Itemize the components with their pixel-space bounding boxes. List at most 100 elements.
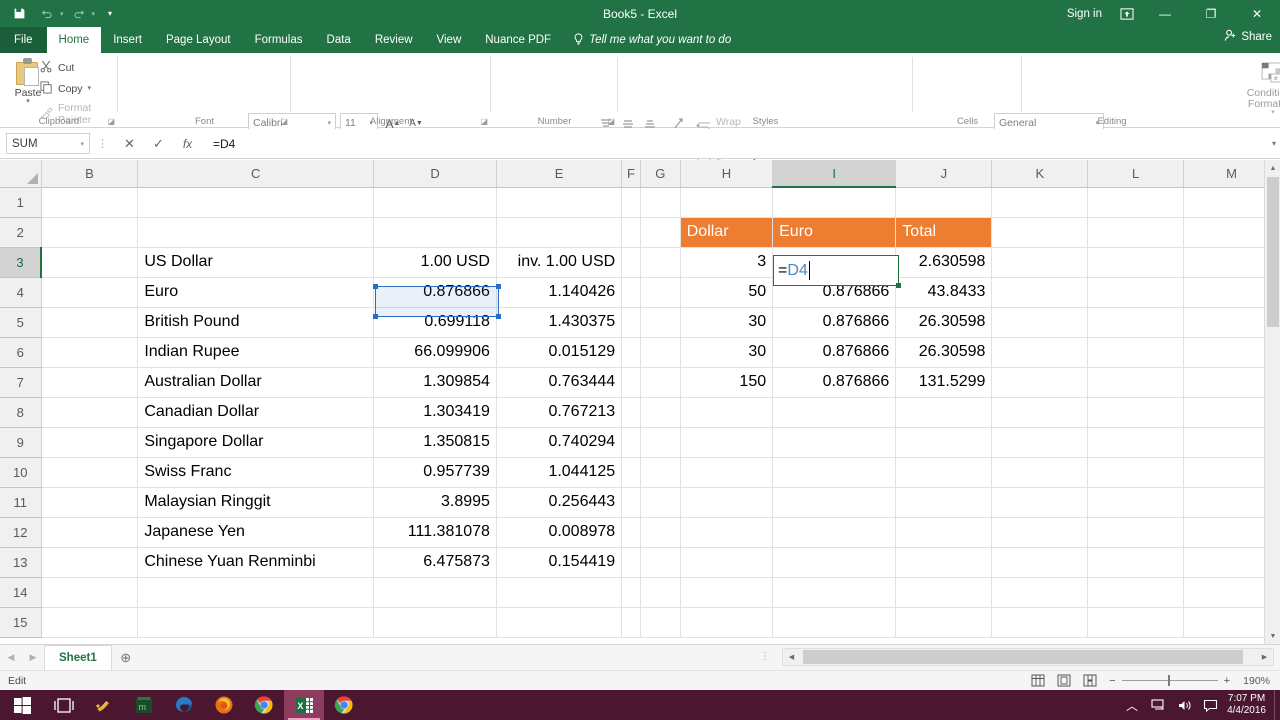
cell-E6[interactable]: 0.015129 — [496, 337, 621, 367]
cell-K5[interactable] — [992, 307, 1088, 337]
chevron-down-icon[interactable]: ▾ — [80, 140, 84, 148]
cell-J11[interactable] — [896, 487, 992, 517]
cell-J1[interactable] — [896, 187, 992, 217]
column-header-H[interactable]: H — [680, 160, 772, 187]
cell-J14[interactable] — [896, 577, 992, 607]
cell-H1[interactable] — [680, 187, 772, 217]
volume-icon[interactable] — [1171, 690, 1197, 720]
cell-J5[interactable]: 26.30598 — [896, 307, 992, 337]
cell-K1[interactable] — [992, 187, 1088, 217]
app-icon-excel[interactable]: X — [284, 690, 324, 720]
cell-H8[interactable] — [680, 397, 772, 427]
enter-formula-button[interactable]: ✓ — [144, 133, 173, 155]
cell-I8[interactable] — [773, 397, 896, 427]
column-header-E[interactable]: E — [496, 160, 621, 187]
undo-icon[interactable] — [34, 3, 60, 25]
cell-G13[interactable] — [640, 547, 680, 577]
cell-I1[interactable] — [773, 187, 896, 217]
cell-K13[interactable] — [992, 547, 1088, 577]
alignment-dialog-launcher[interactable]: ◪ — [480, 117, 488, 126]
cell-F9[interactable] — [622, 427, 641, 457]
scroll-left-icon[interactable]: ◀ — [783, 649, 800, 665]
row-header-4[interactable]: 4 — [0, 277, 41, 307]
cell-L4[interactable] — [1088, 277, 1184, 307]
cell-I11[interactable] — [773, 487, 896, 517]
row-header-6[interactable]: 6 — [0, 337, 41, 367]
cell-J2[interactable]: Total — [896, 217, 992, 247]
cell-H15[interactable] — [680, 607, 772, 637]
cell-L1[interactable] — [1088, 187, 1184, 217]
cell-D7[interactable]: 1.309854 — [374, 367, 497, 397]
cell-L2[interactable] — [1088, 217, 1184, 247]
app-icon-firefox[interactable] — [204, 690, 244, 720]
sign-in-button[interactable]: Sign in — [1057, 8, 1112, 20]
minimize-button[interactable]: — — [1142, 0, 1188, 27]
cell-L14[interactable] — [1088, 577, 1184, 607]
cell-F4[interactable] — [622, 277, 641, 307]
cell-D13[interactable]: 6.475873 — [374, 547, 497, 577]
view-page-break-button[interactable] — [1077, 671, 1103, 690]
tab-insert[interactable]: Insert — [101, 27, 154, 53]
cell-D8[interactable]: 1.303419 — [374, 397, 497, 427]
cell-G11[interactable] — [640, 487, 680, 517]
cell-C13[interactable]: Chinese Yuan Renminbi — [138, 547, 374, 577]
spreadsheet-grid[interactable]: B C D E F G H I J K L M 12DollarEuroTota… — [0, 160, 1280, 644]
action-center-icon[interactable] — [1197, 690, 1223, 720]
chevron-down-icon[interactable]: ▾ — [88, 86, 92, 92]
cell-H6[interactable]: 30 — [680, 337, 772, 367]
clipboard-dialog-launcher[interactable]: ◪ — [107, 117, 115, 126]
show-desktop-button[interactable] — [1274, 690, 1280, 720]
expand-formula-bar-icon[interactable]: ▾ — [1272, 139, 1276, 148]
clock[interactable]: 7:07 PM 4/4/2016 — [1223, 693, 1274, 717]
scroll-up-icon[interactable]: ▲ — [1265, 160, 1280, 176]
row-header-2[interactable]: 2 — [0, 217, 41, 247]
show-hidden-icons-icon[interactable]: ︿ — [1119, 690, 1145, 720]
cell-E12[interactable]: 0.008978 — [496, 517, 621, 547]
cell-C10[interactable]: Swiss Franc — [138, 457, 374, 487]
cell-L7[interactable] — [1088, 367, 1184, 397]
cell-G2[interactable] — [640, 217, 680, 247]
cell-J15[interactable] — [896, 607, 992, 637]
cell-D2[interactable] — [374, 217, 497, 247]
network-icon[interactable] — [1145, 690, 1171, 720]
sheet-tab-sheet1[interactable]: Sheet1 — [44, 645, 112, 670]
cell-G4[interactable] — [640, 277, 680, 307]
cell-G9[interactable] — [640, 427, 680, 457]
cell-G14[interactable] — [640, 577, 680, 607]
cell-C3[interactable]: US Dollar — [138, 247, 374, 277]
tab-file[interactable]: File — [0, 27, 47, 53]
cell-D4[interactable]: 0.876866 — [374, 277, 497, 307]
cell-C2[interactable] — [138, 217, 374, 247]
row-header-8[interactable]: 8 — [0, 397, 41, 427]
cell-H5[interactable]: 30 — [680, 307, 772, 337]
column-header-C[interactable]: C — [138, 160, 374, 187]
cell-H2[interactable]: Dollar — [680, 217, 772, 247]
vertical-scroll-thumb[interactable] — [1267, 177, 1279, 327]
cell-B3[interactable] — [41, 247, 138, 277]
cell-H10[interactable] — [680, 457, 772, 487]
cell-E1[interactable] — [496, 187, 621, 217]
cell-F14[interactable] — [622, 577, 641, 607]
tab-data[interactable]: Data — [315, 27, 363, 53]
cell-D14[interactable] — [374, 577, 497, 607]
cut-button[interactable]: Cut — [40, 60, 74, 76]
restore-button[interactable]: ❐ — [1188, 0, 1234, 27]
cell-D15[interactable] — [374, 607, 497, 637]
cell-E7[interactable]: 0.763444 — [496, 367, 621, 397]
cell-D6[interactable]: 66.099906 — [374, 337, 497, 367]
redo-icon[interactable] — [66, 3, 92, 25]
cell-I12[interactable] — [773, 517, 896, 547]
cell-D10[interactable]: 0.957739 — [374, 457, 497, 487]
row-header-10[interactable]: 10 — [0, 457, 41, 487]
cell-B13[interactable] — [41, 547, 138, 577]
cell-J10[interactable] — [896, 457, 992, 487]
cell-B7[interactable] — [41, 367, 138, 397]
cell-B2[interactable] — [41, 217, 138, 247]
row-header-12[interactable]: 12 — [0, 517, 41, 547]
cell-C6[interactable]: Indian Rupee — [138, 337, 374, 367]
cell-H12[interactable] — [680, 517, 772, 547]
cell-E13[interactable]: 0.154419 — [496, 547, 621, 577]
cell-J8[interactable] — [896, 397, 992, 427]
tell-me-box[interactable]: Tell me what you want to do — [563, 27, 741, 53]
cell-E2[interactable] — [496, 217, 621, 247]
